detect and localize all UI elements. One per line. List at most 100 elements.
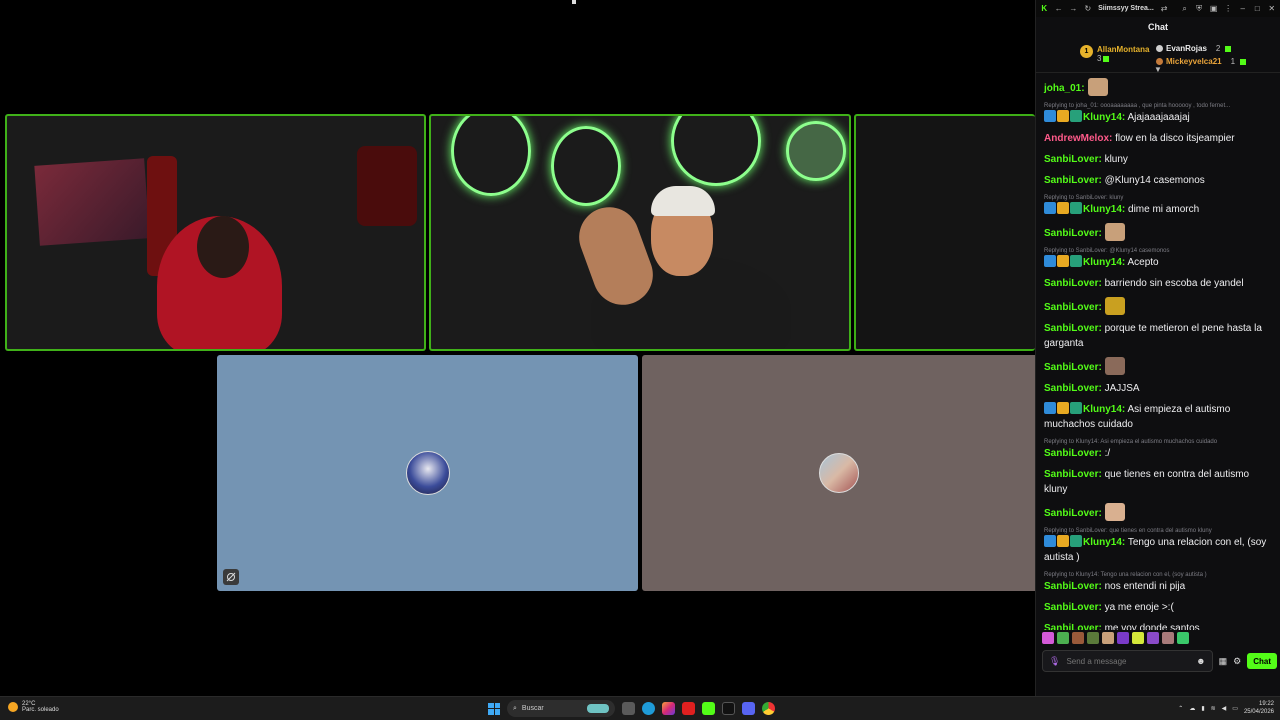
maximize-icon[interactable]: □ [1253,4,1262,14]
chat-message[interactable]: SanbiLover: me voy donde santos [1044,621,1273,630]
chat-message[interactable]: SanbiLover: [1044,223,1273,241]
wifi-icon[interactable]: ≋ [1211,705,1216,712]
close-icon[interactable]: ✕ [1268,4,1277,14]
chat-message[interactable]: joha_01: [1044,78,1273,96]
chat-username[interactable]: SanbiLover: [1044,323,1102,334]
emote-icon[interactable] [1177,632,1189,644]
gift-box-icon[interactable]: ▦ [1219,656,1228,667]
zoom-icon[interactable]: ⌕ [1180,4,1189,14]
kick-app-icon[interactable] [702,702,715,715]
forward-arrow-icon[interactable]: → [1069,4,1078,14]
chat-message[interactable]: SanbiLover: JAJJSA [1044,381,1273,396]
chat-message-input[interactable] [1066,656,1191,666]
discord-icon[interactable] [742,702,755,715]
battery-icon[interactable]: ▭ [1232,705,1238,712]
chat-username[interactable]: Kluny14: [1083,204,1125,215]
chat-username[interactable]: SanbiLover: [1044,302,1102,313]
chat-message[interactable]: SanbiLover: barriendo sin escoba de yand… [1044,276,1273,291]
chat-username[interactable]: SanbiLover: [1044,278,1102,289]
shield-icon[interactable]: ⛨ [1195,4,1204,14]
chat-username[interactable]: SanbiLover: [1044,228,1102,239]
emote-icon[interactable] [1132,632,1144,644]
chat-username[interactable]: Kluny14: [1083,537,1125,548]
chat-username[interactable]: SanbiLover: [1044,581,1102,592]
tiktok-icon[interactable] [722,702,735,715]
reload-icon[interactable]: ↻ [1084,4,1093,14]
chat-message[interactable]: AndrewMelox: flow en la disco itsjeampie… [1044,131,1273,146]
volume-icon[interactable]: ◀ [1222,705,1227,712]
settings-gear-icon[interactable]: ⚙ [1233,656,1241,667]
edge-browser-icon[interactable] [642,702,655,715]
emote-icon[interactable] [1072,632,1084,644]
back-arrow-icon[interactable]: ← [1055,4,1064,14]
chat-message[interactable]: SanbiLover: [1044,297,1273,315]
cloud-icon[interactable]: ☁ [1189,705,1195,712]
translate-icon[interactable]: ⇄ [1160,4,1169,14]
chat-username[interactable]: SanbiLover: [1044,362,1102,373]
clock[interactable]: 19:22 25/04/2026 [1244,700,1274,716]
chat-message[interactable]: SanbiLover: que tienes en contra del aut… [1044,467,1273,497]
chat-message[interactable]: Replying to SanbiLover: @Kluny14 casemon… [1044,247,1273,270]
emote-icon[interactable] [1102,632,1114,644]
chat-username[interactable]: SanbiLover: [1044,448,1102,459]
emote-icon[interactable] [1057,632,1069,644]
emoji-smiley-icon[interactable]: ☻ [1196,656,1205,666]
leader-1[interactable]: 1 AllanMontana 3 [1080,45,1149,63]
chat-message[interactable]: Replying to joha_01: oooaaaaaaaa , que p… [1044,102,1273,125]
chat-message[interactable]: SanbiLover: @Kluny14 casemonos [1044,173,1273,188]
youtube-icon[interactable] [682,702,695,715]
mic-icon[interactable]: 🎙 [1049,656,1060,667]
screenshot-icon[interactable]: ▣ [1209,4,1218,14]
send-chat-button[interactable]: Chat [1247,653,1277,669]
lock-icon[interactable]: ▮ [1201,705,1204,712]
emote-icon[interactable] [1147,632,1159,644]
menu-dots-icon[interactable]: ⋮ [1224,4,1233,14]
chat-username[interactable]: SanbiLover: [1044,508,1102,519]
collapse-chevron-icon[interactable]: ▼ [1154,65,1162,74]
instagram-icon[interactable] [662,702,675,715]
chat-input-box[interactable]: 🎙 ☻ [1042,650,1213,672]
chat-messages[interactable]: joha_01: Replying to joha_01: oooaaaaaaaa… [1036,74,1280,630]
chat-username[interactable]: Kluny14: [1083,257,1125,268]
chat-message[interactable]: SanbiLover: [1044,357,1273,375]
chrome-icon[interactable] [762,702,775,715]
avatar-tile-mauve[interactable] [642,355,1035,591]
chat-message[interactable]: Kluny14: Asi empieza el autismo muchacho… [1044,402,1273,432]
leader-2[interactable]: EvanRojas 2 [1156,44,1232,53]
minimize-icon[interactable]: – [1238,4,1247,14]
chat-message[interactable]: Replying to Kluny14: Asi empieza el auti… [1044,438,1273,461]
chat-message[interactable]: SanbiLover: ya me enoje >:( [1044,600,1273,615]
chat-message[interactable]: SanbiLover: kluny [1044,152,1273,167]
chat-message[interactable]: Replying to Kluny14: Tengo una relacion … [1044,571,1273,594]
avatar-tile-blue[interactable] [217,355,638,591]
emote-icon[interactable] [1117,632,1129,644]
leader-3[interactable]: Mickeyvelca21 1 [1156,57,1247,66]
video-tile-left[interactable] [5,114,426,351]
tray-chevron-icon[interactable]: ⌃ [1178,705,1183,712]
chat-message[interactable]: Replying to SanbiLover: kluny Kluny14: di… [1044,194,1273,217]
system-tray: ⌃ ☁ ▮ ≋ ◀ ▭ 19:22 25/04/2026 [1178,700,1274,716]
chat-username[interactable]: Kluny14: [1083,112,1125,123]
chat-message[interactable]: Replying to SanbiLover: que tienes en co… [1044,527,1273,565]
taskbar-search[interactable]: ⌕ Buscar [507,700,615,717]
emote-icon[interactable] [1087,632,1099,644]
emote-icon[interactable] [1162,632,1174,644]
video-tile-main[interactable] [429,114,851,351]
chat-username[interactable]: SanbiLover: [1044,383,1102,394]
chat-username[interactable]: joha_01: [1044,83,1085,94]
chat-username[interactable]: SanbiLover: [1044,154,1102,165]
chat-username[interactable]: Kluny14: [1083,404,1125,415]
windows-start-icon[interactable] [488,702,500,715]
chat-message[interactable]: SanbiLover: [1044,503,1273,521]
weather-widget[interactable]: 22°C Parc. soleado [8,701,59,713]
chat-username[interactable]: SanbiLover: [1044,175,1102,186]
video-tile-right[interactable] [854,114,1035,351]
file-explorer-icon[interactable] [622,702,635,715]
emote-icon[interactable] [1042,632,1054,644]
chat-message[interactable]: SanbiLover: porque te metieron el pene h… [1044,321,1273,351]
chat-username[interactable]: AndrewMelox: [1044,133,1112,144]
chat-username[interactable]: SanbiLover: [1044,469,1102,480]
chat-username[interactable]: SanbiLover: [1044,623,1102,630]
chat-username[interactable]: SanbiLover: [1044,602,1102,613]
gold-medal-icon: 1 [1080,45,1093,58]
